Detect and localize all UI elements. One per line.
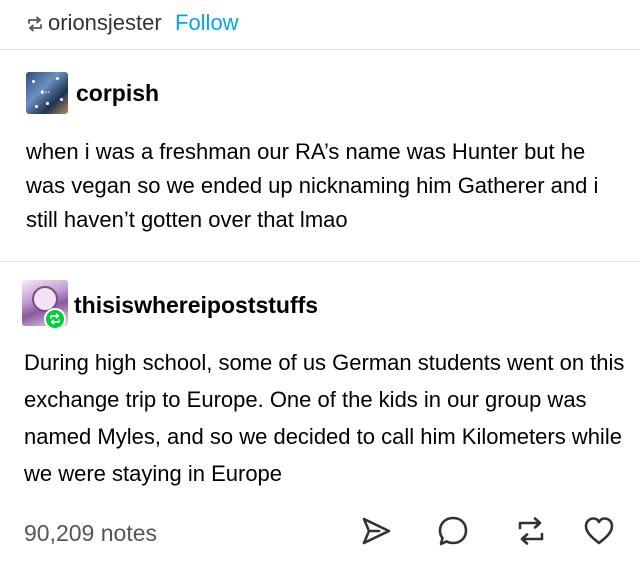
reblog-icon: [26, 16, 44, 32]
notes-count[interactable]: 90,209 notes: [24, 520, 157, 547]
post-username[interactable]: corpish: [76, 80, 159, 107]
reblog-icon[interactable]: [514, 514, 548, 548]
arrow-icon: ⇠: [40, 85, 51, 99]
post-text: when i was a freshman our RA’s name was …: [26, 139, 599, 232]
post-footer: 90,209 notes: [0, 500, 640, 560]
reply-icon[interactable]: [436, 514, 470, 548]
reblog-badge-icon: [44, 308, 66, 330]
avatar[interactable]: ⇠: [26, 72, 68, 114]
post-text: During high school, some of us German st…: [24, 350, 625, 486]
post-header: orionsjester Follow: [0, 0, 640, 50]
follow-link[interactable]: Follow: [175, 10, 239, 36]
heart-icon[interactable]: [582, 514, 616, 548]
reblog-entry: thisiswhereipoststuffs During high schoo…: [0, 262, 640, 492]
share-icon[interactable]: [359, 514, 393, 548]
reblog-entry: ⇠ corpish when i was a freshman our RA’s…: [0, 50, 640, 262]
post-username[interactable]: thisiswhereipoststuffs: [74, 292, 318, 319]
header-username[interactable]: orionsjester: [48, 10, 162, 36]
